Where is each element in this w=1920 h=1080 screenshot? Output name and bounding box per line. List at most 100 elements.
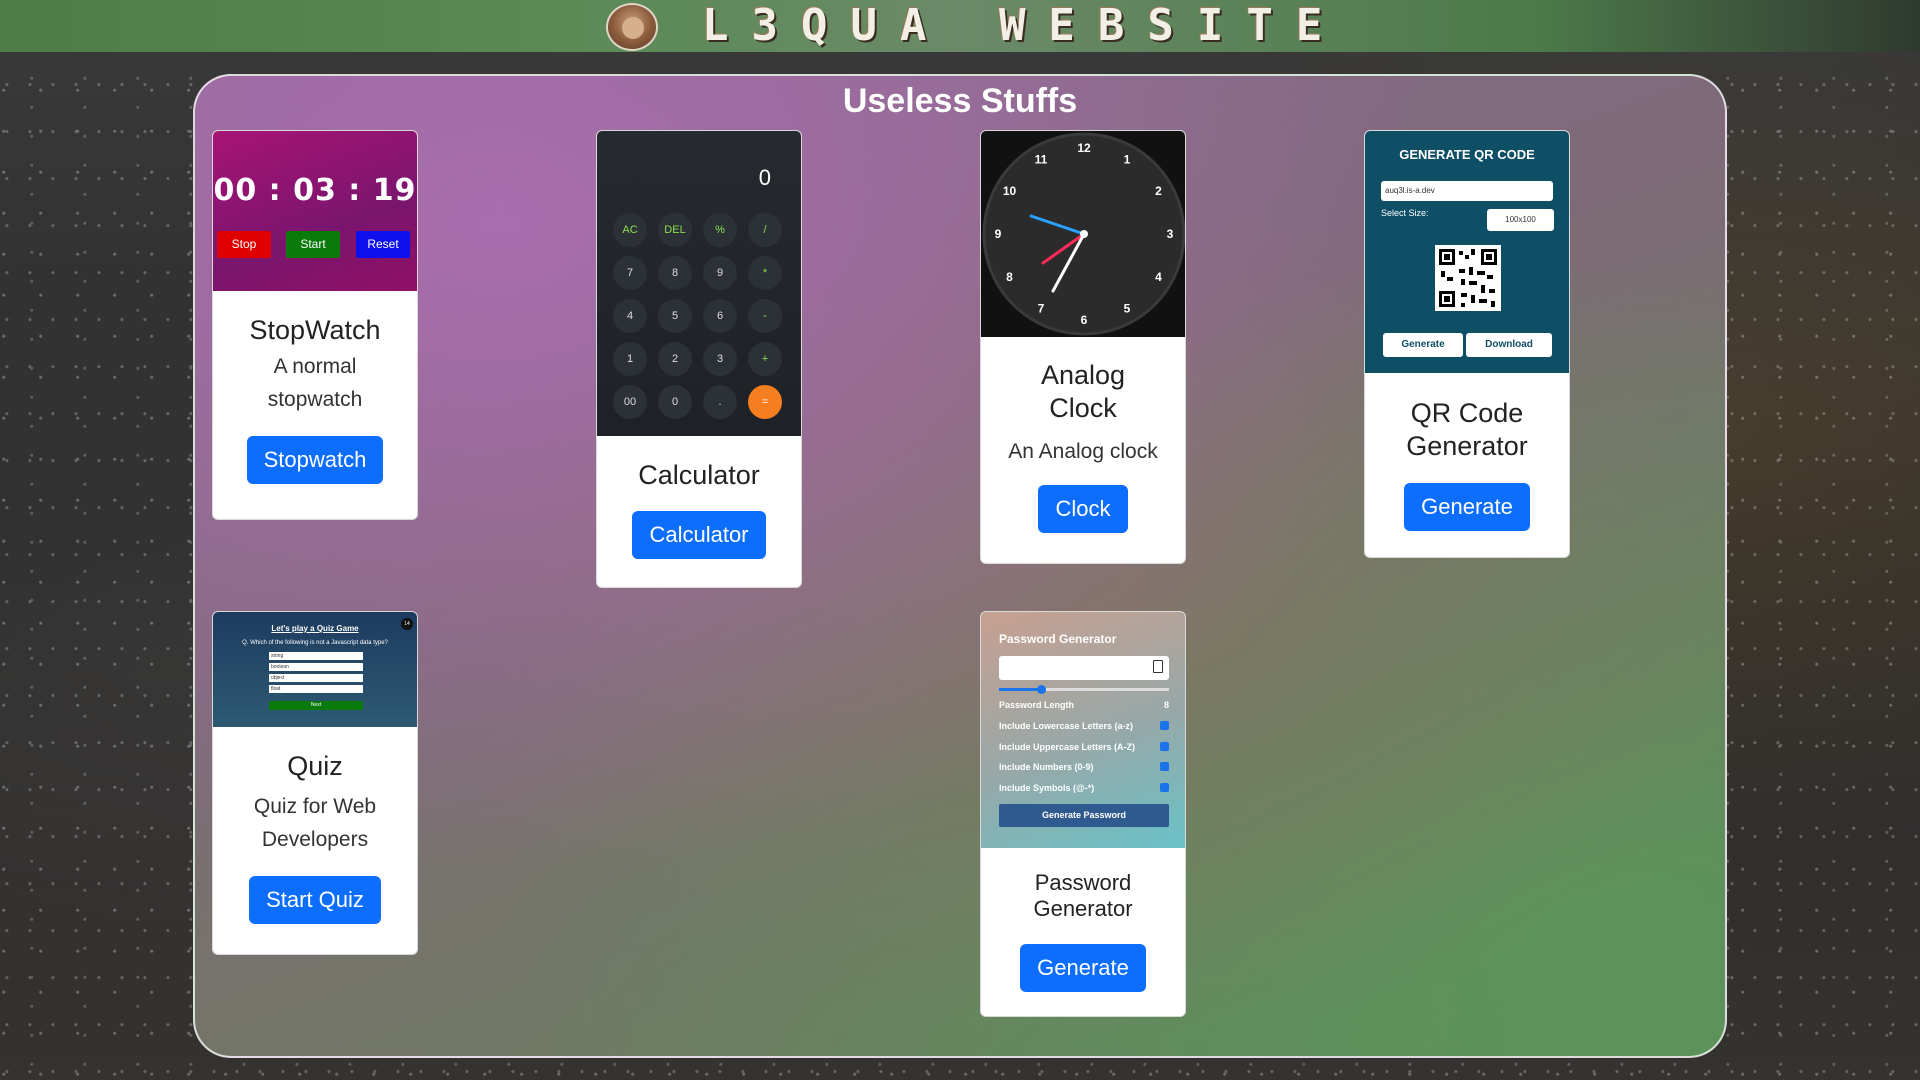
checkbox-checked-icon [1160,742,1169,751]
clock-number: 10 [1003,184,1017,198]
clock-number: 11 [1035,153,1048,167]
quiz-preview-image: Let's play a Quiz Game 14 Q. Which of th… [213,612,417,727]
quiz-preview-badge: 14 [401,618,413,630]
qr-preview-input: auq3l.is-a.dev [1381,181,1553,201]
quiz-preview-question: Q. Which of the following is not a Javas… [242,640,388,646]
qr-size-select: 100x100 [1487,209,1554,231]
password-length-value: 8 [1163,700,1169,710]
checkbox-checked-icon [1160,721,1169,730]
card-description: An Analog clock [1008,440,1158,463]
quiz-option: boolean [269,663,363,671]
password-preview-heading: Password Generator [999,632,1117,646]
calculator-key: DEL [658,213,692,247]
qr-preview-image: GENERATE QR CODE auq3l.is-a.dev Select S… [1365,131,1569,373]
page-title: Useless Stuffs [842,82,1078,120]
calculator-key: 9 [703,256,737,290]
quiz-preview-heading: Let's play a Quiz Game [271,624,359,633]
clock-face-icon: 121234567891011 [982,132,1185,336]
calculator-key: / [748,213,782,247]
clock-number: 9 [995,227,1002,241]
card-title: QR Code Generator [1406,398,1528,461]
calculator-key: 0 [658,385,692,419]
password-option-label: Include Lowercase Letters (a-z) [999,721,1134,731]
start-quiz-button[interactable]: Start Quiz [249,876,381,924]
calculator-key: 4 [613,299,647,333]
stopwatch-card: 00 : 03 : 19 Stop Start Reset StopWatch … [212,130,418,520]
stop-preview-button: Stop [217,231,271,258]
stopwatch-preview-image: 00 : 03 : 19 Stop Start Reset [213,131,417,291]
password-option-label: Include Symbols (@-*) [999,783,1095,793]
password-length-slider [999,685,1169,694]
clock-number: 1 [1124,153,1131,167]
calculator-key: 8 [658,256,692,290]
card-description: A normal stopwatch [267,355,363,411]
password-option-row: Include Numbers (0-9) [999,762,1169,772]
qr-preview-generate-button: Generate [1383,333,1463,357]
calculator-key: 1 [613,342,647,376]
quiz-preview-next-button: Next [269,701,363,710]
password-generator-card: Password Generator Password Length 8 Inc… [980,611,1186,1017]
calculator-key: 00 [613,385,647,419]
clock-button[interactable]: Clock [1038,485,1128,533]
card-title: Password Generator [1033,870,1133,921]
analog-clock-card: 12 1 2 3 4 5 6 7 8 9 10 11 Analog Clock An Analog c… [980,130,1186,564]
calculator-key: - [748,299,782,333]
password-preview-image: Password Generator Password Length 8 Inc… [981,612,1185,848]
qr-code-card: GENERATE QR CODE auq3l.is-a.dev Select S… [1364,130,1570,558]
quiz-option: object [269,674,363,682]
calculator-button[interactable]: Calculator [632,511,766,559]
qr-preview-heading: GENERATE QR CODE [1399,147,1535,162]
card-description: Quiz for Web Developers [253,795,377,851]
password-option-label: Include Uppercase Letters (A-Z) [999,742,1136,752]
calculator-key: % [703,213,737,247]
checkbox-checked-icon [1160,783,1169,792]
password-preview-generate-button: Generate Password [999,804,1169,827]
password-option-label: Include Numbers (0-9) [999,762,1094,772]
avatar-logo-icon[interactable] [606,3,658,51]
calculator-preview-image: 0 AC DEL%/7 8 9 * 4 5 6-1 2 3 +00 0. = [597,131,801,436]
password-option-row: Include Uppercase Letters (A-Z) [999,742,1169,752]
card-title: Quiz [287,751,343,781]
clock-number: 7 [1038,301,1045,315]
calculator-key: * [748,256,782,290]
main-panel: Useless Stuffs 00 : 03 : 19 Stop Start R… [193,74,1727,1058]
calculator-key: 3 [703,342,737,376]
card-title: Analog Clock [1040,360,1126,423]
qr-preview-download-button: Download [1466,333,1552,357]
calculator-key: 7 [613,256,647,290]
analog-clock-preview-image: 12 1 2 3 4 5 6 7 8 9 10 11 [981,131,1185,337]
clock-number: 12 [1077,141,1091,155]
calculator-display: 0 [758,165,771,190]
calculator-key: 2 [658,342,692,376]
quiz-option: string [269,652,363,660]
quiz-card: Let's play a Quiz Game 14 Q. Which of th… [212,611,418,955]
password-length-row: Password Length 8 [999,700,1169,710]
password-preview-field [999,656,1169,680]
stopwatch-button[interactable]: Stopwatch [246,436,384,484]
calculator-key: AC [613,213,647,247]
copy-icon [1153,660,1163,673]
calculator-key: 5 [658,299,692,333]
clock-number: 4 [1155,270,1162,284]
clock-number: 2 [1155,184,1162,198]
checkbox-checked-icon [1160,762,1169,771]
password-length-label: Password Length [999,700,1075,710]
password-generate-button[interactable]: Generate [1020,944,1146,992]
qr-generate-button[interactable]: Generate [1404,483,1530,531]
card-title: Calculator [638,460,760,490]
stopwatch-time: 00 : 03 : 19 [213,173,417,208]
clock-number: 3 [1167,227,1174,241]
qr-size-label: Select Size: [1381,208,1429,218]
site-title: L3QUA WEBSITE [702,0,1346,51]
top-header-bar: L3QUA WEBSITE [0,0,1920,52]
calculator-key: + [748,342,782,376]
quiz-option: float [269,685,363,693]
card-title: StopWatch [249,315,381,345]
password-option-row: Include Symbols (@-*) [999,783,1169,793]
password-option-row: Include Lowercase Letters (a-z) [999,721,1169,731]
calculator-key: . [703,385,737,419]
reset-preview-button: Reset [356,231,410,258]
start-preview-button: Start [286,231,340,258]
calculator-card: 0 AC DEL%/7 8 9 * 4 5 6-1 2 3 +00 0. = Calculator Ca… [596,130,802,588]
qr-code-icon [1435,245,1501,311]
